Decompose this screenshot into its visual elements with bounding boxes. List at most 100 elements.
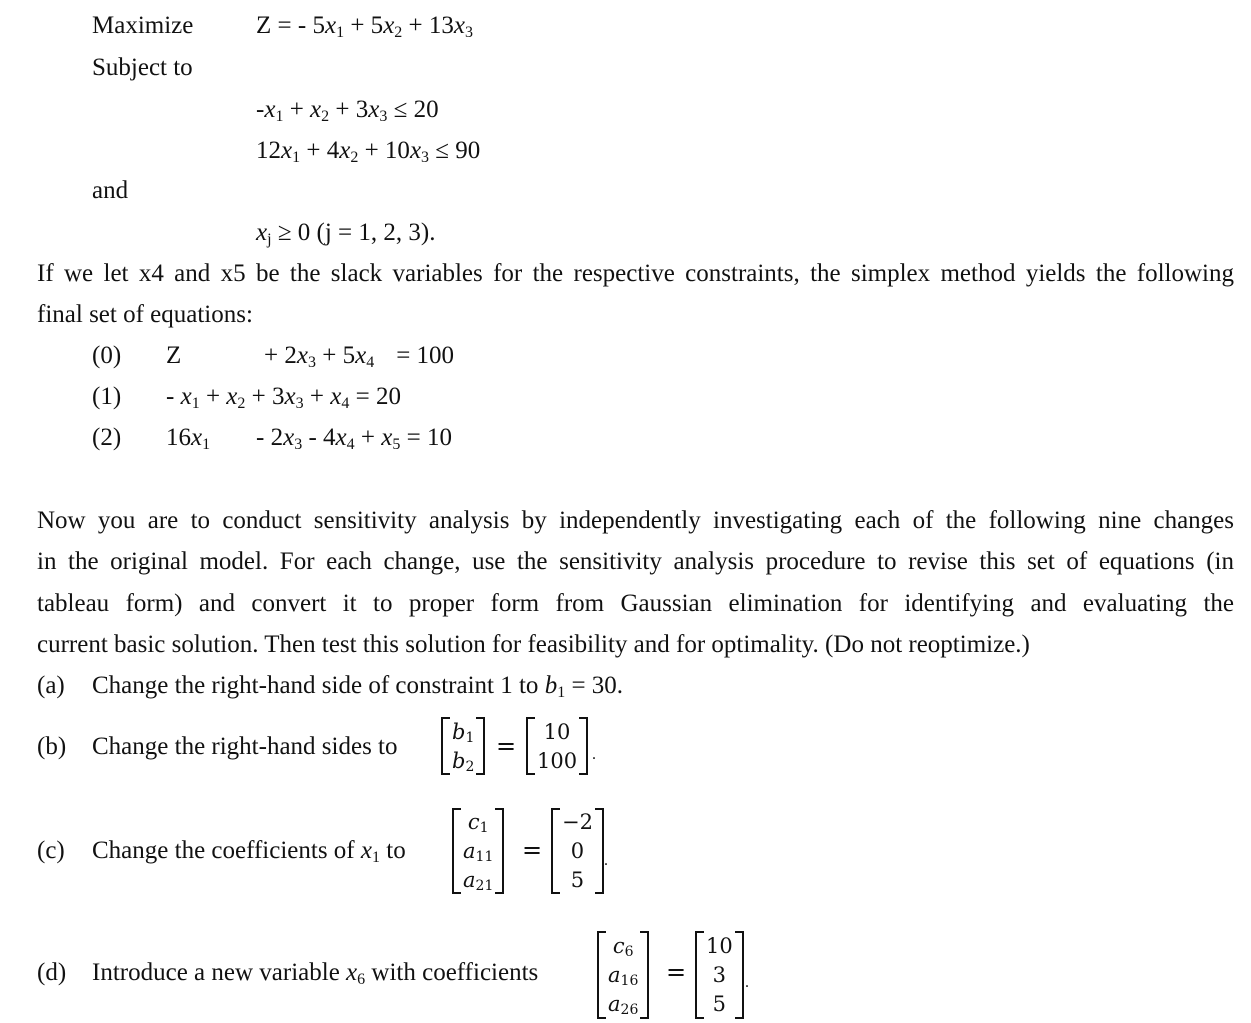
var: x [381,424,393,451]
sub: 1 [202,436,211,453]
var: x [264,96,276,123]
matrix-cell: a26 [608,993,639,1019]
matrix-b-rhs: 10 100 [526,717,589,775]
instructions-paragraph: Now you are to conduct sensitivity analy… [37,500,1234,665]
part-text: with coefficients [365,959,539,986]
intro-line: final set of equations: [37,301,253,329]
sub: 1 [292,149,301,166]
sym: c [467,810,480,835]
sub: 1 [479,820,489,837]
instruction-line: in the original model. For each change, … [37,548,1234,576]
var: x [226,383,238,410]
instruction-line: Now you are to conduct sensitivity analy… [37,507,1234,534]
coef: + [283,96,311,123]
coef: + 2 [264,342,297,369]
matrix-c-lhs: c1 a11 a21 [452,808,505,894]
var: x [284,383,296,410]
sym: a [463,838,476,863]
coef: 12 [256,137,281,164]
sub: 6 [357,971,366,988]
coef: + [303,383,331,410]
sub: 3 [465,24,474,41]
term-text: + 5 [344,12,384,39]
matrix-cells: −2 0 5 [560,808,595,894]
bracket-left [695,931,704,1019]
matrix-cells: c1 a11 a21 [461,808,495,894]
sym: b [452,719,466,744]
matrix-cell: 0 [570,838,585,863]
part-d-label: (d) [37,959,67,986]
matrix-cells: 10 3 5 [704,931,735,1019]
part-text: Introduce a new variable [92,959,347,986]
bracket-right [640,931,650,1019]
equation-lead: Z [166,342,182,369]
matrix-cells: 10 100 [535,717,579,775]
matrix-cell: b2 [452,750,474,774]
var: x [180,383,192,410]
equation-label: (2) [92,424,122,451]
var: x [383,12,395,39]
subject-to-label: Subject to [92,54,193,81]
sub: 3 [307,354,316,371]
sub: 1 [372,849,380,866]
var: b [544,672,558,699]
part-a-text: Change the right-hand side of constraint… [92,671,623,701]
sub: 26 [620,1002,639,1019]
matrix-d-lhs: c6 a16 a26 [597,931,650,1019]
bracket-right [579,717,589,775]
sub: 3 [295,395,304,412]
var: x [256,219,268,246]
sub: 11 [475,848,494,865]
sub: 4 [366,354,375,371]
var: x [355,342,367,369]
var: x [346,959,358,986]
bracket-right [495,808,505,894]
var: x [283,424,295,451]
sub: 4 [346,436,355,453]
part-text: Change the coefficients of [92,837,361,864]
coef: + 10 [358,137,410,164]
var: x [335,424,347,451]
coef: + 5 [315,342,356,369]
objective-lhs: Z [256,12,272,39]
part-text: to [380,837,406,864]
var: x [330,383,342,410]
bracket-left [526,717,535,775]
bracket-left [551,808,560,894]
coef: - 4 [302,424,336,451]
equation-2-body: - 2x3 - 4x4 + x5 = 10 [256,423,452,453]
coef: + 3 [245,383,285,410]
coef: 16 [166,424,191,451]
and-label: and [92,177,129,204]
matrix-cell: 100 [537,748,578,773]
intro-line: If we let x4 and x5 be the slack variabl… [37,260,1234,287]
part-b-text: Change the right-hand sides to [92,733,398,760]
bracket-right [734,931,744,1019]
term-text: + 13 [402,12,454,39]
bracket-right [476,717,486,775]
part-text: = 30. [565,672,624,699]
sub: 1 [557,684,566,701]
sub: 16 [620,972,639,989]
part-c-text: Change the coefficients of x1 to [92,836,406,866]
matrix-cell: 3 [712,962,727,987]
instruction-line: tableau form) and convert it to proper f… [37,589,1234,617]
bracket-right [594,808,604,894]
matrix-cell: a11 [463,838,494,865]
matrix-b-lhs: b1 b2 [441,717,486,775]
term-text: = - 5 [271,12,325,39]
sub: 3 [421,149,430,166]
sub: 1 [465,729,475,746]
equals-sign: = [666,958,687,986]
var: x [453,12,466,39]
sym: a [463,867,476,892]
objective-function: Z = - 5x1 + 5x2 + 13x3 [256,11,473,41]
sub: 21 [475,877,494,894]
equals-sign: = [522,836,543,864]
coef: + 4 [300,137,340,164]
matrix-cell: c6 [613,935,634,959]
period: . [745,974,749,991]
bracket-left [597,931,606,1019]
period: . [592,746,596,763]
sub: 1 [336,24,345,41]
